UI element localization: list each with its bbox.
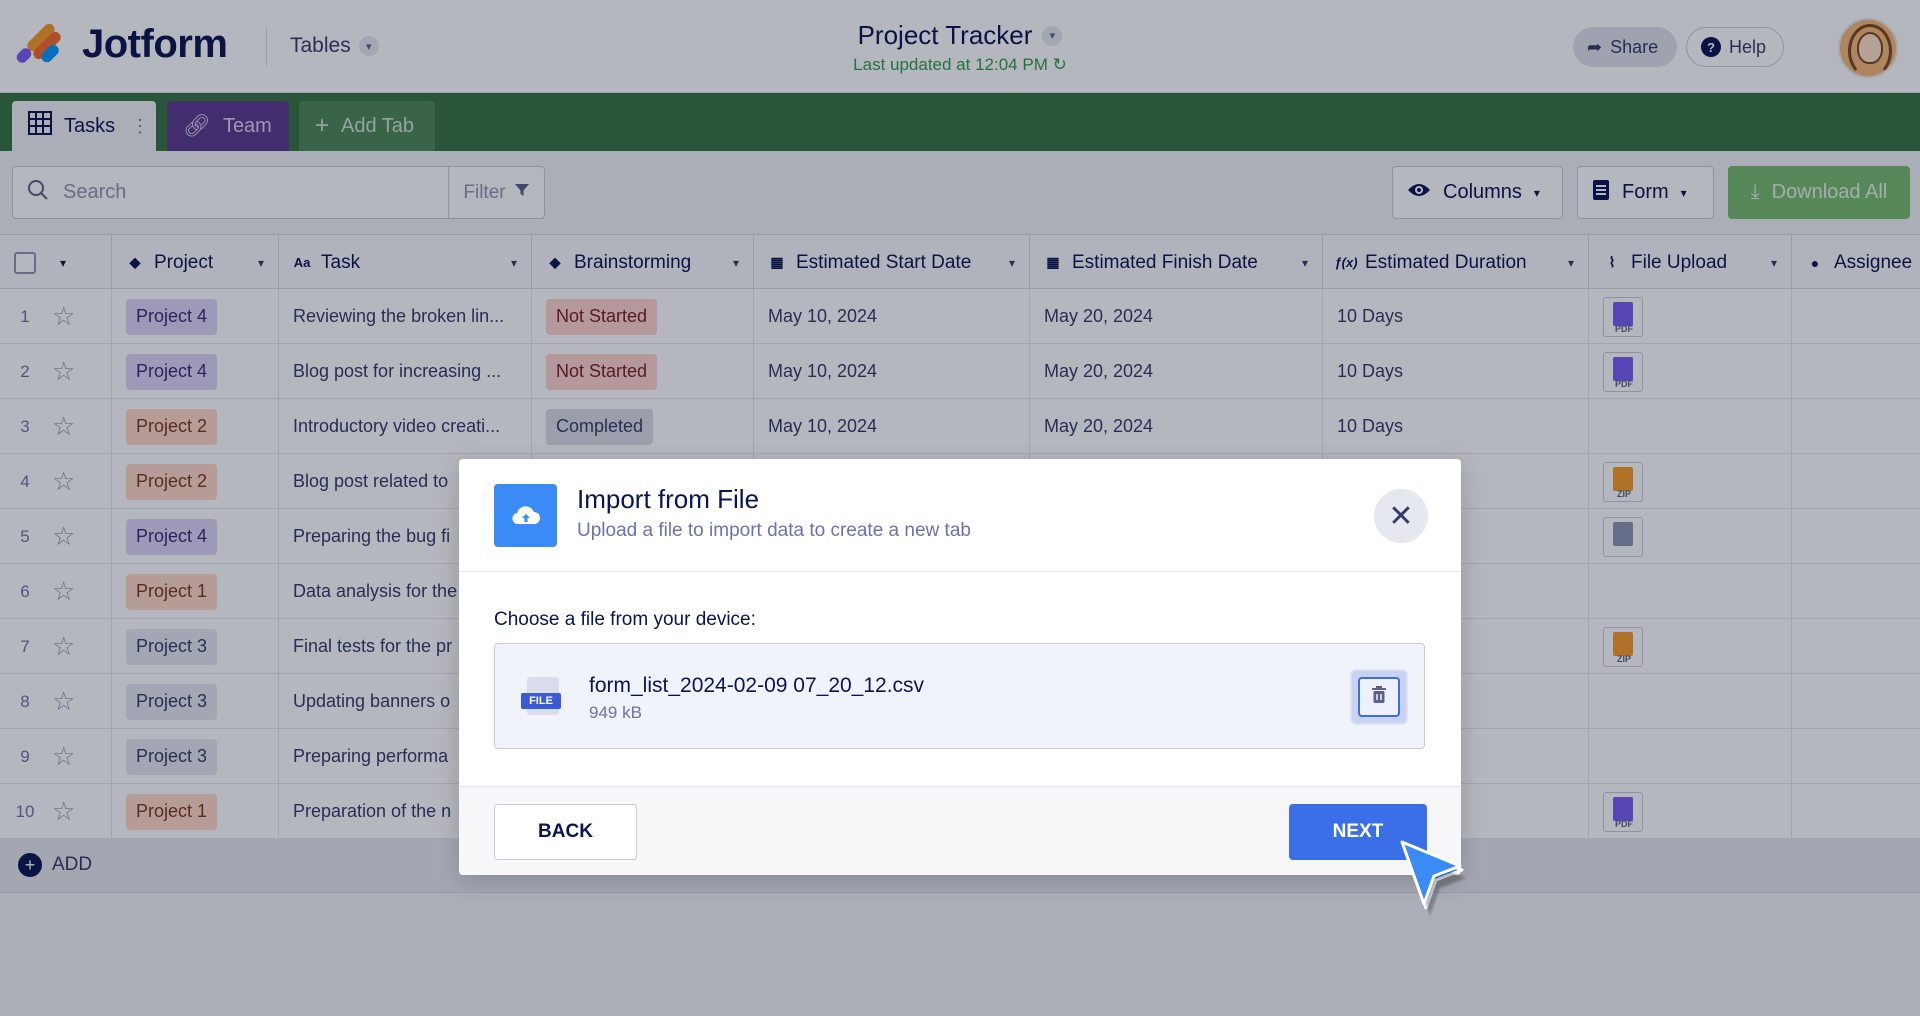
file-size: 949 kB [589, 703, 642, 722]
close-button[interactable]: ✕ [1374, 489, 1428, 543]
trash-icon [1371, 685, 1387, 709]
dialog-footer: BACK NEXT [459, 786, 1461, 875]
selected-file-card: FILE form_list_2024-02-09 07_20_12.csv 9… [494, 643, 1425, 749]
cloud-upload-icon [494, 484, 557, 547]
file-icon: FILE [521, 677, 565, 721]
dialog-subtitle: Upload a file to import data to create a… [577, 520, 971, 541]
dialog-header: Import from File Upload a file to import… [459, 459, 1461, 572]
file-name: form_list_2024-02-09 07_20_12.csv [589, 674, 925, 697]
choose-file-label: Choose a file from your device: [494, 609, 756, 630]
mouse-cursor-icon [1398, 840, 1468, 930]
file-badge-label: FILE [521, 693, 561, 709]
dialog-title: Import from File [577, 484, 760, 514]
import-from-file-dialog: Import from File Upload a file to import… [459, 459, 1461, 875]
delete-file-button[interactable] [1350, 669, 1408, 725]
back-button[interactable]: BACK [494, 804, 637, 860]
close-icon: ✕ [1388, 499, 1414, 533]
